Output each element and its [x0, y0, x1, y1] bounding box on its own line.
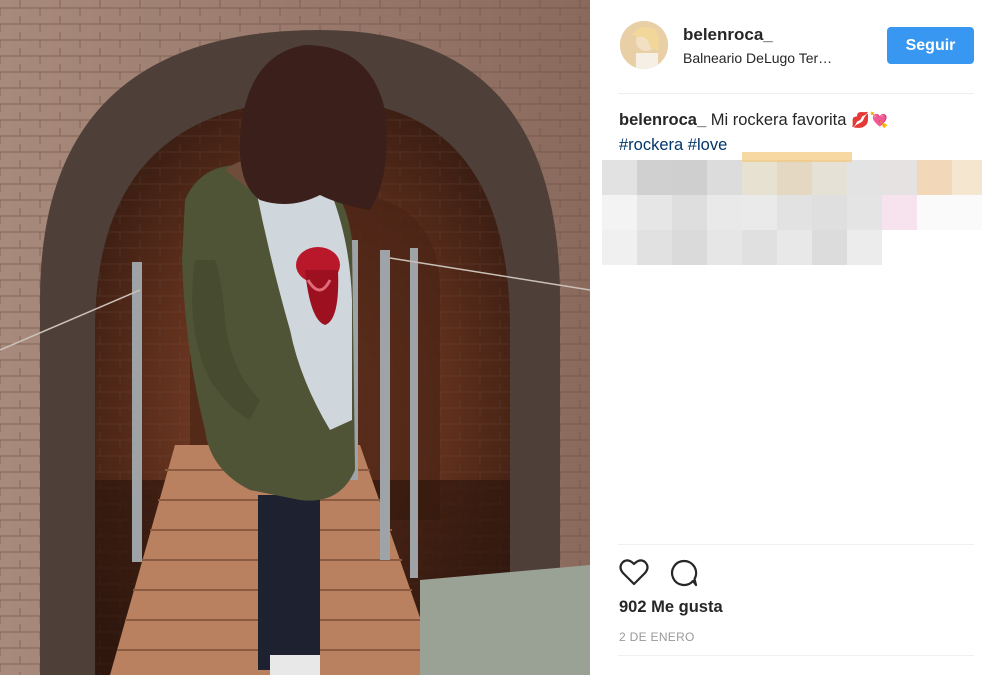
hashtag-love[interactable]: #love [688, 136, 727, 154]
hashtag-rockera[interactable]: #rockera [619, 136, 683, 154]
actions-divider [618, 544, 974, 545]
post-caption: belenroca_ Mi rockera favorita 💋💘 #rocke… [619, 108, 974, 157]
post-side-panel: belenroca_ Balneario DeLugo Ter… Seguir … [590, 0, 1000, 675]
author-location[interactable]: Balneario DeLugo Ter… [683, 50, 832, 66]
footer-divider [618, 655, 974, 656]
caption-emojis: 💋💘 [851, 112, 889, 129]
caption-text: Mi rockera favorita [706, 111, 851, 129]
caption-username[interactable]: belenroca_ [619, 111, 706, 129]
post-header: belenroca_ Balneario DeLugo Ter… Seguir [590, 0, 974, 93]
blurred-comments [602, 152, 982, 280]
follow-button[interactable]: Seguir [887, 27, 974, 64]
likes-count[interactable]: 902 Me gusta [619, 598, 723, 617]
author-username[interactable]: belenroca_ [683, 25, 773, 45]
avatar[interactable] [620, 21, 668, 69]
heart-icon[interactable] [619, 558, 649, 591]
header-divider [618, 93, 974, 94]
post-photo-illustration [0, 0, 590, 675]
post-date[interactable]: 2 DE ENERO [619, 630, 695, 644]
action-bar [619, 556, 819, 590]
comment-bubble-icon[interactable] [669, 558, 699, 593]
post-photo[interactable] [0, 0, 590, 675]
